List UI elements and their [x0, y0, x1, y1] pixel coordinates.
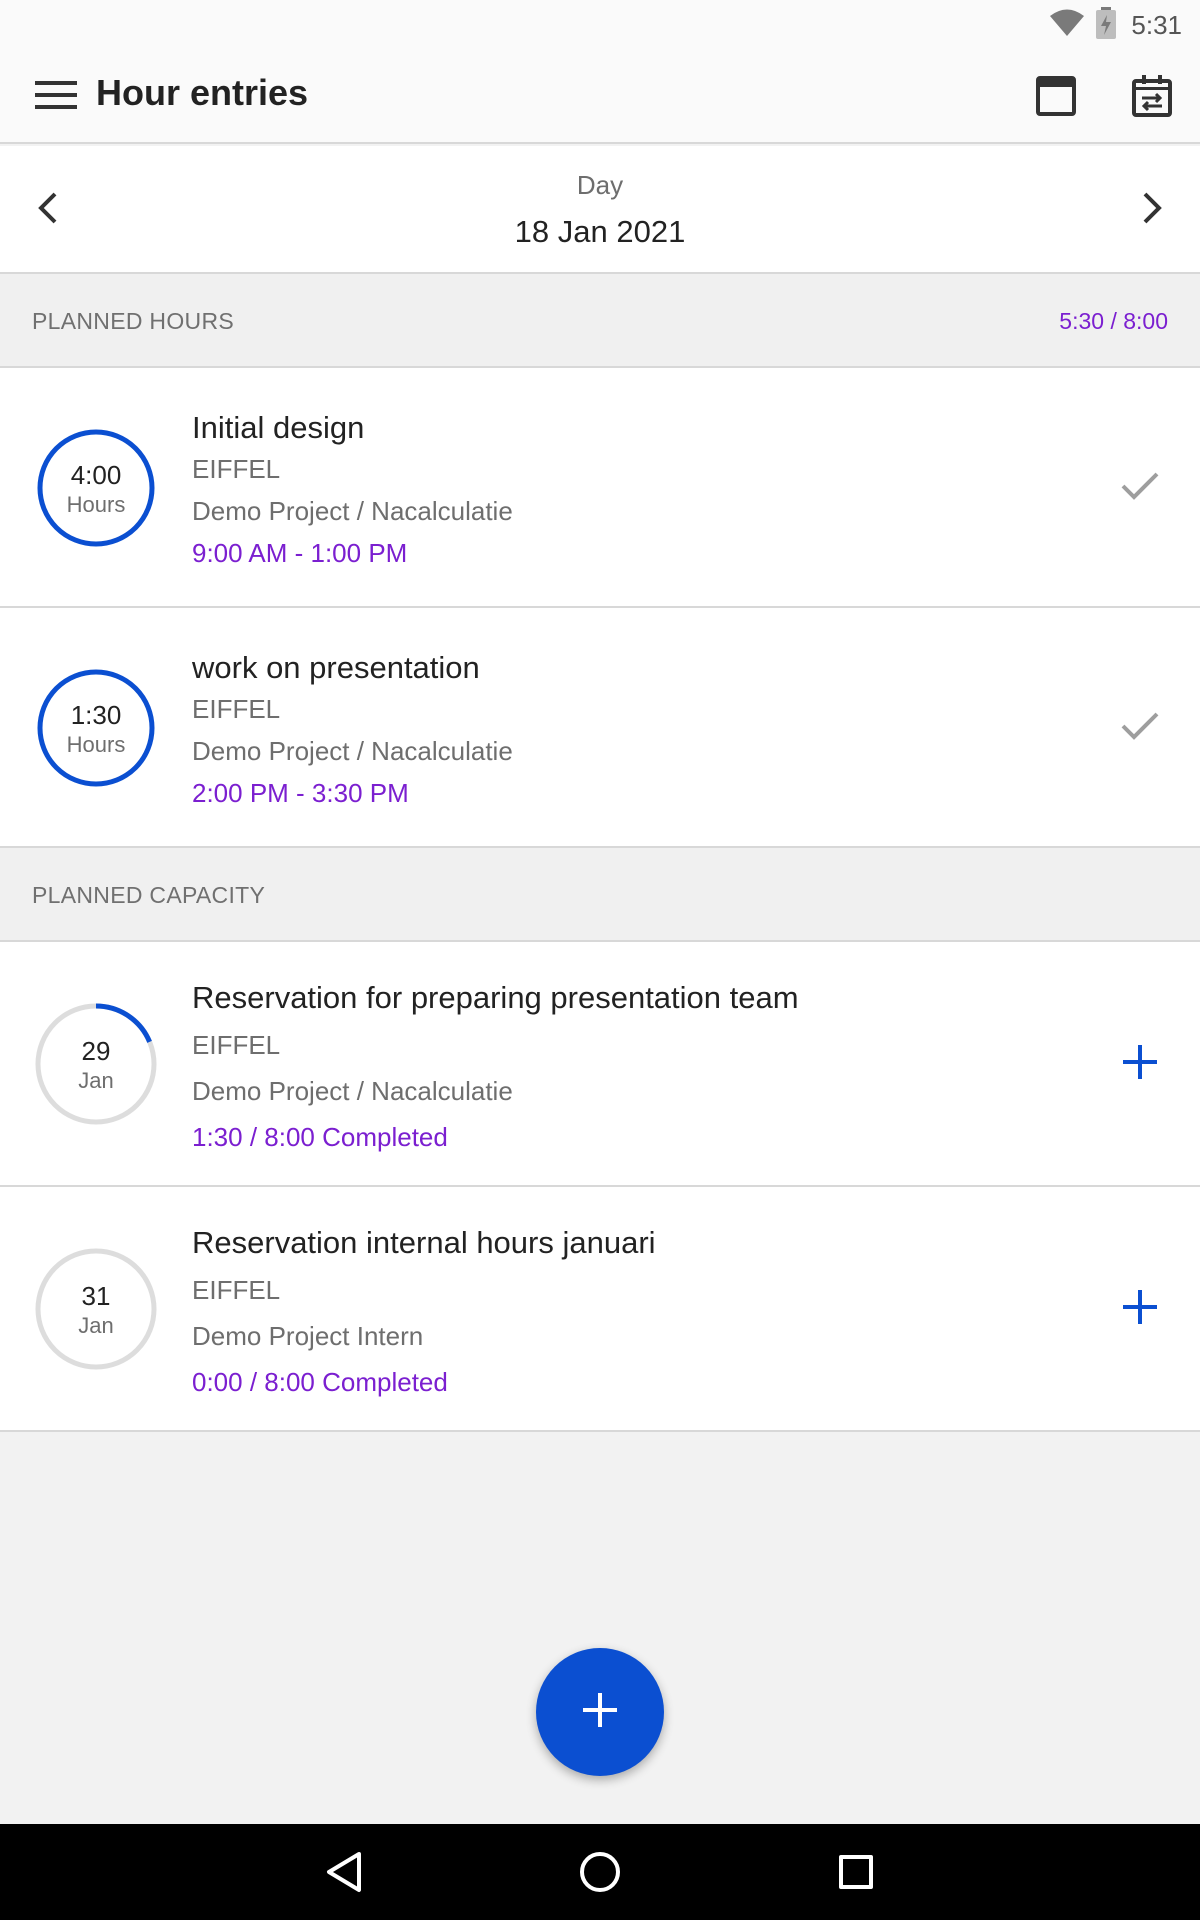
planned-capacity-header: PLANNED CAPACITY	[0, 848, 1200, 942]
plus-icon	[580, 1690, 620, 1735]
clock: 5:31	[1131, 9, 1182, 40]
hours-unit: Hours	[66, 492, 126, 517]
hours-ring: 1:30 Hours	[34, 666, 158, 790]
date-ring: 29 Jan	[34, 1002, 158, 1126]
menu-icon	[35, 79, 77, 116]
reservation-day: 31	[81, 1281, 111, 1311]
calendar-view-icon	[1036, 75, 1076, 121]
check-icon	[1120, 711, 1160, 746]
calendar-import-button[interactable]	[1124, 70, 1180, 126]
chevron-right-icon	[1140, 191, 1164, 230]
approve-entry-button[interactable]	[1110, 458, 1170, 518]
planned-hours-header: PLANNED HOURS 5:30 / 8:00	[0, 274, 1200, 368]
add-entry-from-reservation-button[interactable]	[1110, 1279, 1170, 1339]
back-button[interactable]	[316, 1846, 372, 1902]
reservation-progress: 1:30 / 8:00 Completed	[192, 1122, 448, 1152]
reservation-month: Jan	[78, 1313, 114, 1338]
app-screen: 5:31 Hour entries Day 18 Jan 2021 PLANNE…	[0, 0, 1200, 1920]
hour-entry-row[interactable]: 4:00 Hours Initial design EIFFEL Demo Pr…	[0, 368, 1200, 608]
home-circle-icon	[578, 1850, 622, 1899]
reservation-project: Demo Project Intern	[192, 1321, 424, 1351]
reservation-client: EIFFEL	[192, 1030, 281, 1060]
hour-entry-row[interactable]: 1:30 Hours work on presentation EIFFEL D…	[0, 608, 1200, 848]
approve-entry-button[interactable]	[1110, 698, 1170, 758]
system-navigation-bar	[0, 1824, 1200, 1920]
current-date[interactable]: 18 Jan 2021	[0, 214, 1200, 250]
recents-square-icon	[836, 1852, 876, 1897]
entry-project: Demo Project / Nacalculatie	[192, 736, 513, 766]
reservation-title: Reservation internal hours januari	[192, 1225, 656, 1260]
calendar-import-icon	[1132, 74, 1172, 122]
entry-title: Initial design	[192, 410, 365, 445]
hours-value: 4:00	[70, 460, 122, 490]
calendar-view-button[interactable]	[1028, 70, 1084, 126]
plus-icon	[1121, 1043, 1159, 1086]
entry-client: EIFFEL	[192, 694, 281, 724]
planned-hours-label: PLANNED HOURS	[32, 308, 234, 334]
battery-icon	[1095, 6, 1117, 44]
capacity-row[interactable]: 31 Jan Reservation internal hours januar…	[0, 1187, 1200, 1432]
period-label: Day	[576, 170, 624, 200]
reservation-client: EIFFEL	[192, 1275, 281, 1305]
app-bar: Hour entries	[0, 50, 1200, 144]
add-entry-from-reservation-button[interactable]	[1110, 1034, 1170, 1094]
reservation-title: Reservation for preparing presentation t…	[192, 980, 799, 1015]
day-navigator: Day 18 Jan 2021	[0, 146, 1200, 274]
home-button[interactable]	[572, 1846, 628, 1902]
reservation-day: 29	[81, 1036, 111, 1066]
next-day-button[interactable]	[1122, 180, 1182, 240]
status-bar: 5:31	[0, 0, 1200, 50]
reservation-project: Demo Project / Nacalculatie	[192, 1076, 513, 1106]
date-ring: 31 Jan	[34, 1247, 158, 1371]
entry-client: EIFFEL	[192, 454, 281, 484]
entry-time: 9:00 AM - 1:00 PM	[192, 538, 408, 568]
page-title: Hour entries	[96, 72, 309, 113]
planned-hours-total: 5:30 / 8:00	[1059, 308, 1168, 334]
hours-value: 1:30	[70, 700, 122, 730]
wifi-icon	[1049, 9, 1085, 42]
entry-time: 2:00 PM - 3:30 PM	[192, 778, 409, 808]
entry-title: work on presentation	[192, 650, 480, 685]
capacity-row[interactable]: 29 Jan Reservation for preparing present…	[0, 942, 1200, 1187]
back-triangle-icon	[324, 1850, 364, 1899]
planned-capacity-label: PLANNED CAPACITY	[32, 882, 266, 908]
entry-project: Demo Project / Nacalculatie	[192, 496, 513, 526]
plus-icon	[1121, 1288, 1159, 1331]
menu-button[interactable]	[30, 76, 82, 118]
check-icon	[1120, 471, 1160, 506]
add-hour-entry-fab[interactable]	[536, 1648, 664, 1776]
reservation-progress: 0:00 / 8:00 Completed	[192, 1367, 448, 1397]
recents-button[interactable]	[828, 1846, 884, 1902]
reservation-month: Jan	[78, 1068, 114, 1093]
hours-ring: 4:00 Hours	[34, 426, 158, 550]
hours-unit: Hours	[66, 732, 126, 757]
